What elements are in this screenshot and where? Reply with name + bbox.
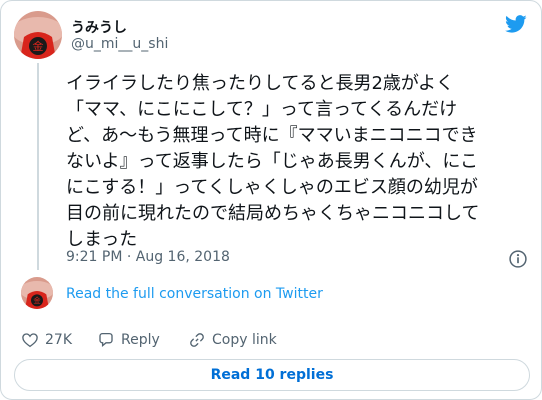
avatar-image: 金 [14,11,62,59]
small-avatar[interactable]: 金 [21,277,53,309]
tweet-timestamp[interactable]: 9:21 PM · Aug 16, 2018 [66,249,230,265]
heart-icon [22,333,38,348]
link-icon [190,333,204,347]
thread-line [37,63,39,270]
info-icon[interactable] [508,249,528,269]
action-bar: 27K Reply Copy link [21,329,521,351]
small-avatar-image: 金 [21,277,53,309]
copy-link-button[interactable]: Copy link [188,329,277,351]
tweet-embed-card: 金 うみうし @u_mi__u_shi イライラしたり焦ったりしてると長男2歳が… [0,0,542,400]
display-name[interactable]: うみうし [71,17,127,37]
read-full-conversation-link[interactable]: Read the full conversation on Twitter [66,286,323,302]
twitter-bird-icon[interactable] [505,13,527,35]
tweet-meta-row: 9:21 PM · Aug 16, 2018 [66,249,528,269]
avatar[interactable]: 金 [14,11,62,59]
reply-label: Reply [121,332,160,348]
read-replies-button[interactable]: Read 10 replies [14,359,530,391]
like-button[interactable]: 27K [21,329,72,351]
copy-link-label: Copy link [212,332,277,348]
read-replies-label: Read 10 replies [210,367,334,383]
tweet-text: イライラしたり焦ったりしてると長男2歳がよく 「ママ、にこにこして？」って言って… [66,73,480,250]
user-handle[interactable]: @u_mi__u_shi [71,36,168,52]
speech-bubble-icon [99,332,113,348]
svg-text:金: 金 [33,296,41,305]
like-count: 27K [45,332,72,348]
reply-button[interactable]: Reply [97,329,160,351]
svg-text:金: 金 [33,39,44,53]
